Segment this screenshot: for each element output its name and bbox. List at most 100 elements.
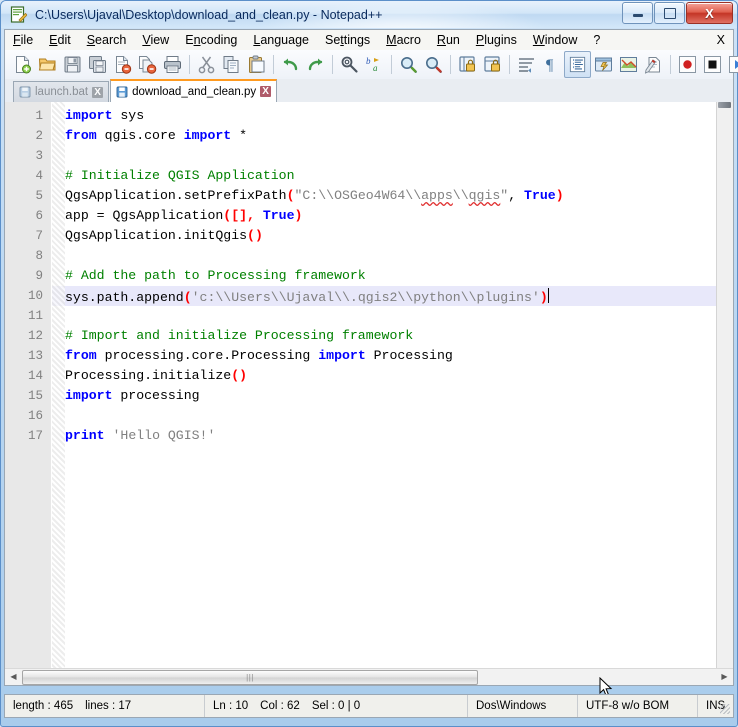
status-sel: Sel : 0 | 0 [311, 700, 361, 712]
code-token: qgis.core [96, 128, 184, 143]
code-token: () [247, 228, 263, 243]
status-encoding[interactable]: UTF-8 w/o BOM [578, 695, 698, 717]
menu-item-window[interactable]: Window [525, 32, 585, 48]
code-line: # Initialize QGIS Application [65, 166, 295, 186]
new-file-icon[interactable] [10, 52, 35, 77]
notepad-plus-plus-window: C:\Users\Ujaval\Desktop\download_and_cle… [0, 0, 738, 727]
scroll-left-arrow[interactable]: ◀ [6, 669, 21, 684]
text-caret [547, 288, 549, 303]
tab-bar: launch.bat X download_and_clean.py X [4, 79, 734, 102]
macro-stop-icon[interactable] [700, 52, 725, 77]
code-token: 'c:\\Users\\Ujaval\\.qgis2\\python\\plug… [191, 290, 540, 305]
print-icon[interactable] [160, 52, 185, 77]
code-token: True [262, 208, 295, 223]
code-editor[interactable]: 1 2 3 4 5 6 7 8 9 10 11 12 13 14 15 16 17 import sys from… [5, 102, 733, 685]
close-all-files-icon[interactable] [135, 52, 160, 77]
function-list-icon[interactable] [641, 52, 666, 77]
horizontal-scrollbar-thumb[interactable]: ||| [22, 670, 478, 685]
zoom-out-icon[interactable] [421, 52, 446, 77]
resize-grip[interactable] [720, 704, 730, 714]
cut-icon[interactable] [194, 52, 219, 77]
menu-item-view[interactable]: View [134, 32, 177, 48]
tab-close-icon[interactable]: X [260, 86, 272, 97]
macro-play-icon[interactable] [725, 52, 738, 77]
scroll-right-arrow[interactable]: ▶ [717, 669, 732, 684]
code-line: import processing [65, 386, 200, 406]
line-number: 11 [27, 309, 43, 323]
code-line: QgsApplication.setPrefixPath("C:\\OSGeo4… [65, 186, 564, 206]
code-token: ) [555, 188, 564, 203]
menu-item-plugins[interactable]: Plugins [468, 32, 525, 48]
sync-vertical-scroll-icon[interactable] [455, 52, 480, 77]
restore-button[interactable] [654, 2, 685, 24]
close-button[interactable]: X [686, 2, 733, 24]
horizontal-scrollbar[interactable]: ◀ ||| ▶ [5, 668, 733, 685]
code-token: # Initialize QGIS Application [65, 168, 295, 183]
code-token: ( [183, 290, 192, 305]
line-number: 12 [27, 329, 43, 343]
save-icon[interactable] [60, 52, 85, 77]
menu-item-settings[interactable]: Settings [317, 32, 378, 48]
menu-item-encoding[interactable]: Encoding [177, 32, 245, 48]
open-file-icon[interactable] [35, 52, 60, 77]
document-map-icon[interactable] [616, 52, 641, 77]
menu-item-file[interactable]: File [5, 32, 41, 48]
undo-icon[interactable] [278, 52, 303, 77]
replace-icon[interactable]: b a [362, 52, 387, 77]
close-file-icon[interactable] [110, 52, 135, 77]
code-token: # Add the path to Processing framework [65, 268, 366, 283]
vertical-scrollbar[interactable] [716, 102, 733, 669]
line-number: 6 [35, 209, 43, 223]
code-text[interactable]: import sys from qgis.core import * # Initi… [65, 102, 717, 669]
tab-label: launch.bat [35, 86, 89, 98]
status-eol-format[interactable]: Dos\Windows [468, 695, 578, 717]
code-line: print 'Hello QGIS!' [65, 426, 215, 446]
window-title: C:\Users\Ujaval\Desktop\download_and_cle… [35, 7, 383, 22]
line-number: 8 [35, 249, 43, 263]
copy-icon[interactable] [219, 52, 244, 77]
tab-label: download_and_clean.py [132, 85, 257, 98]
tab-download-and-clean-py[interactable]: download_and_clean.py X [110, 79, 278, 102]
toolbar: b a ¶ [4, 50, 738, 79]
svg-text:¶: ¶ [546, 57, 554, 74]
menu-item-run[interactable]: Run [429, 32, 468, 48]
zoom-in-icon[interactable] [396, 52, 421, 77]
menu-item-language[interactable]: Language [245, 32, 317, 48]
code-token: * [231, 128, 248, 143]
code-token: True [524, 188, 556, 203]
redo-icon[interactable] [303, 52, 328, 77]
toolbar-separator [332, 55, 333, 74]
code-token: print [65, 428, 105, 443]
show-all-characters-icon[interactable]: ¶ [539, 52, 564, 77]
close-document-button[interactable]: X [717, 33, 725, 47]
code-token: processing [112, 388, 200, 403]
code-line: from qgis.core import * [65, 126, 247, 146]
sync-horizontal-scroll-icon[interactable] [480, 52, 505, 77]
find-icon[interactable] [337, 52, 362, 77]
menu-item-edit[interactable]: Edit [41, 32, 79, 48]
line-number: 7 [35, 229, 43, 243]
tab-close-icon[interactable]: X [92, 86, 104, 98]
user-defined-dialog-icon[interactable] [591, 52, 616, 77]
toolbar-separator [273, 55, 274, 74]
paste-icon[interactable] [244, 52, 269, 77]
code-token: # Import and initialize Processing frame… [65, 328, 414, 343]
code-token: Processing [365, 348, 453, 363]
indent-guide-icon[interactable] [564, 51, 591, 78]
status-col: Col : 62 [260, 700, 300, 712]
tab-launch-bat[interactable]: launch.bat X [13, 81, 110, 102]
title-bar: C:\Users\Ujaval\Desktop\download_and_cle… [1, 1, 737, 28]
macro-record-icon[interactable] [675, 52, 700, 77]
menu-item-search[interactable]: Search [79, 32, 135, 48]
code-token: \\ [452, 188, 469, 203]
menu-item-help[interactable]: ? [585, 32, 608, 48]
status-lines: lines : 17 [85, 700, 132, 712]
save-all-icon[interactable] [85, 52, 110, 77]
code-token: " [500, 188, 509, 203]
code-token: ) [539, 290, 548, 305]
minimize-button[interactable] [622, 2, 653, 24]
menu-item-macro[interactable]: Macro [378, 32, 429, 48]
vertical-scrollbar-thumb[interactable] [718, 102, 731, 108]
word-wrap-icon[interactable] [514, 52, 539, 77]
code-token: from [65, 348, 97, 363]
